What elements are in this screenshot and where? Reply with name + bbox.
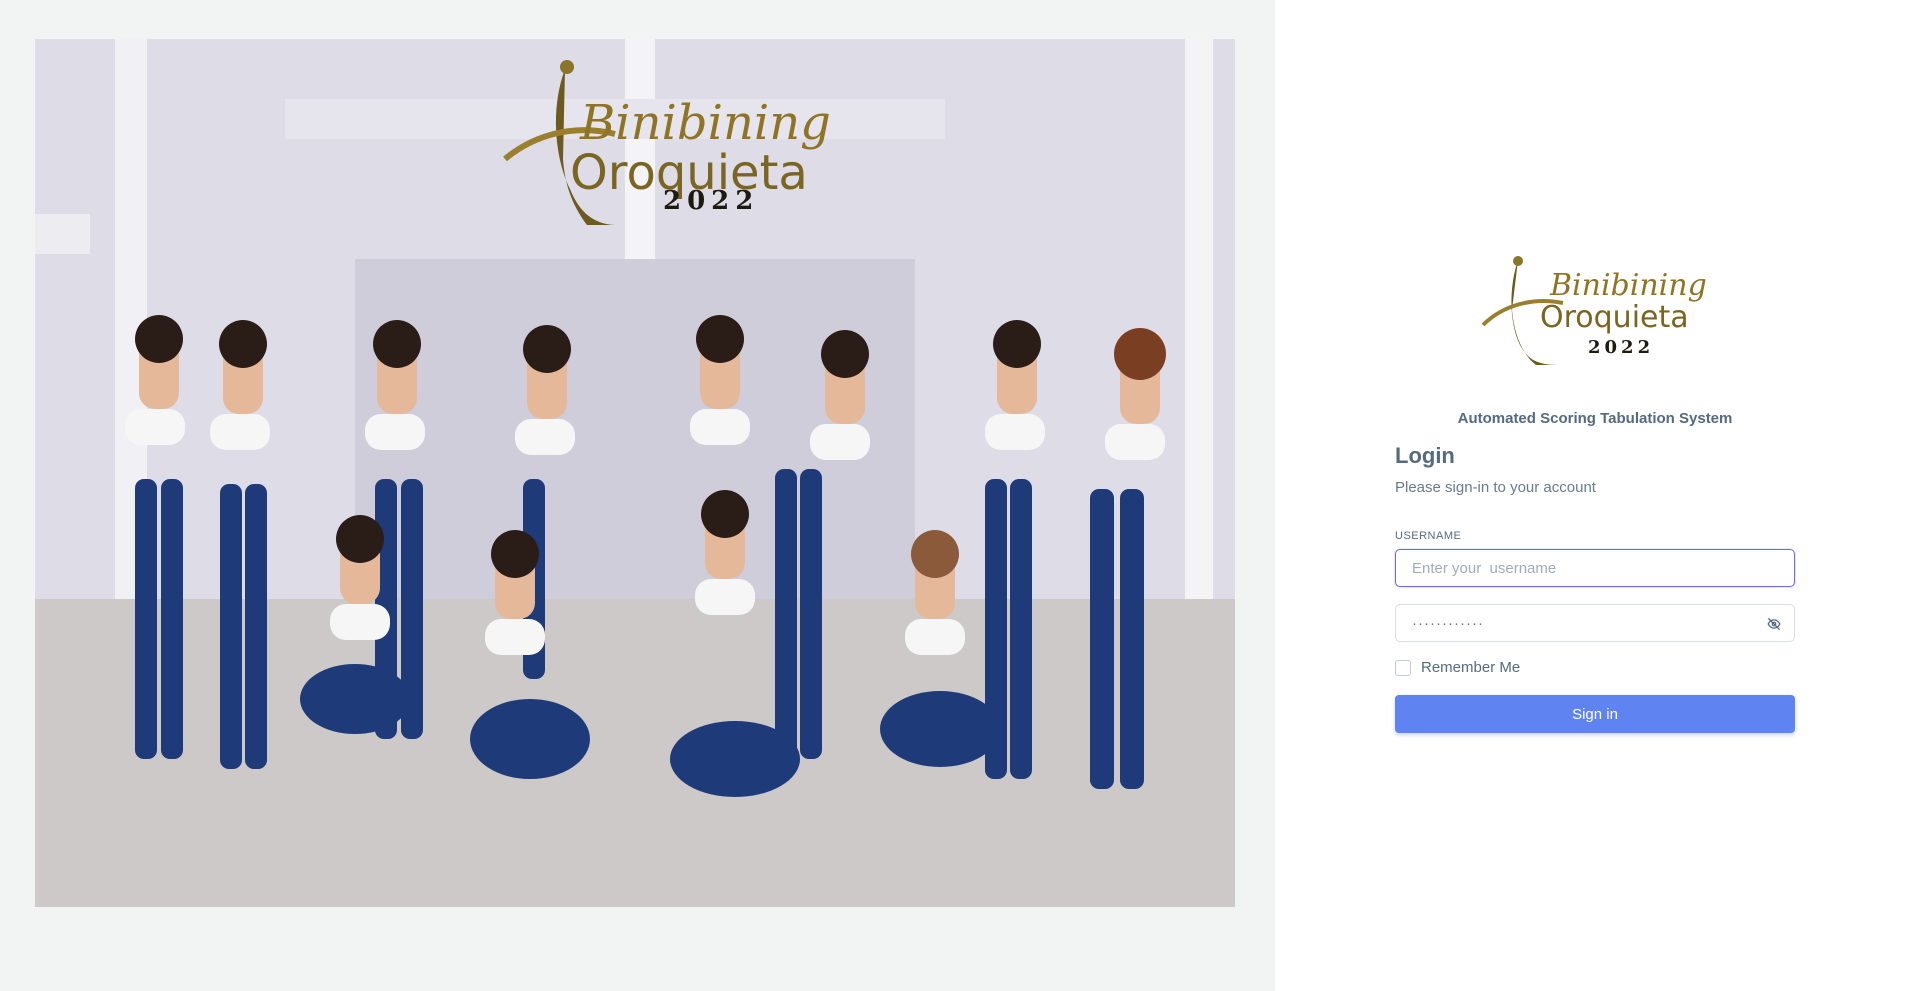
system-name: Automated Scoring Tabulation System: [1457, 410, 1733, 427]
sign-in-button[interactable]: Sign in: [1395, 695, 1795, 733]
username-field-wrap: [1395, 549, 1795, 587]
logo-year-text: 2022: [1588, 337, 1654, 358]
remember-me[interactable]: Remember Me: [1395, 659, 1520, 676]
remember-me-checkbox[interactable]: [1395, 659, 1411, 676]
password-field-wrap: [1395, 604, 1795, 642]
login-title: Login: [1395, 443, 1455, 468]
logo-name-text: Oroquieta: [1540, 300, 1689, 335]
login-panel: Binibining Oroquieta 2022 Automated Scor…: [1275, 0, 1911, 991]
login-subtitle: Please sign-in to your account: [1395, 479, 1596, 496]
username-label: USERNAME: [1395, 530, 1462, 542]
username-input[interactable]: [1396, 550, 1794, 586]
left-pane: Binibining Oroquieta 2022: [0, 0, 1275, 991]
hero-logo-script: Binibining: [579, 95, 831, 151]
eye-off-icon[interactable]: [1764, 614, 1784, 634]
password-input[interactable]: [1396, 605, 1794, 641]
logo-script-text: Binibining: [1549, 268, 1707, 303]
remember-me-label: Remember Me: [1421, 659, 1521, 676]
hero-illustration: Binibining Oroquieta 2022: [35, 39, 1235, 907]
hero-logo-year: 2022: [663, 186, 759, 216]
hero-photo: Binibining Oroquieta 2022: [35, 39, 1235, 907]
brand-logo: Binibining Oroquieta 2022: [1478, 255, 1718, 370]
